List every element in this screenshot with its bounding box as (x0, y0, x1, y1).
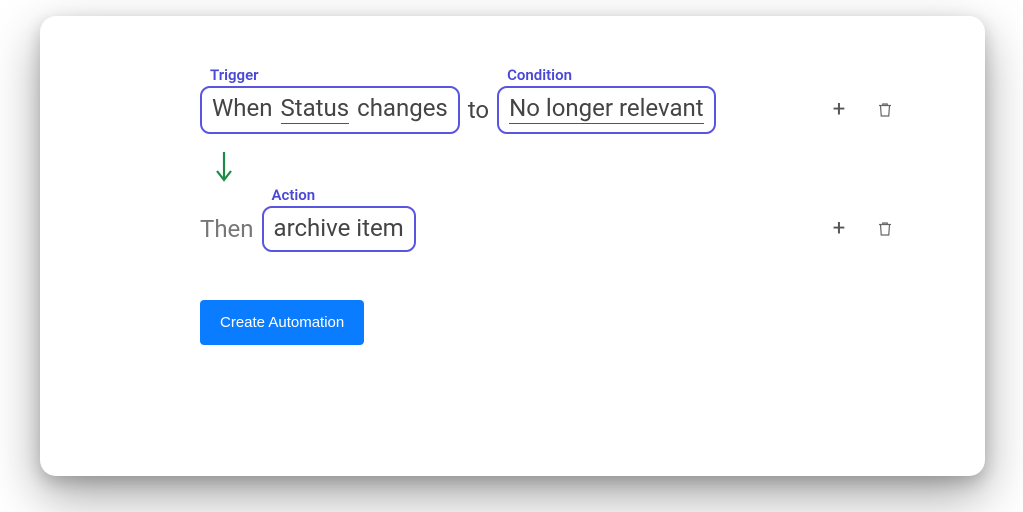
action-prefix: Then (200, 215, 254, 243)
create-automation-button[interactable]: Create Automation (200, 300, 364, 345)
arrow-down-icon (212, 150, 925, 188)
trash-icon[interactable] (875, 100, 895, 120)
plus-icon[interactable] (829, 100, 849, 120)
condition-pill[interactable]: Condition No longer relevant (497, 86, 715, 134)
trigger-row-controls (829, 100, 895, 120)
condition-value[interactable]: No longer relevant (509, 94, 703, 124)
trigger-label: Trigger (210, 66, 259, 84)
condition-label: Condition (507, 66, 572, 84)
action-value[interactable]: archive item (274, 214, 404, 242)
trigger-verb: changes (357, 94, 448, 122)
action-pill[interactable]: Action archive item (262, 206, 416, 252)
trigger-prefix: When (212, 94, 273, 122)
trigger-condition-row: Trigger When Status changes to Condition… (200, 86, 925, 134)
trigger-text: When Status changes (212, 94, 448, 124)
action-label: Action (272, 186, 316, 204)
trigger-field[interactable]: Status (281, 94, 350, 124)
trigger-pill[interactable]: Trigger When Status changes (200, 86, 460, 134)
action-row-controls (829, 219, 895, 239)
trash-icon[interactable] (875, 219, 895, 239)
trigger-joiner: to (468, 96, 489, 124)
automation-builder-card: Trigger When Status changes to Condition… (40, 16, 985, 476)
plus-icon[interactable] (829, 219, 849, 239)
action-row: Then Action archive item (200, 206, 925, 252)
